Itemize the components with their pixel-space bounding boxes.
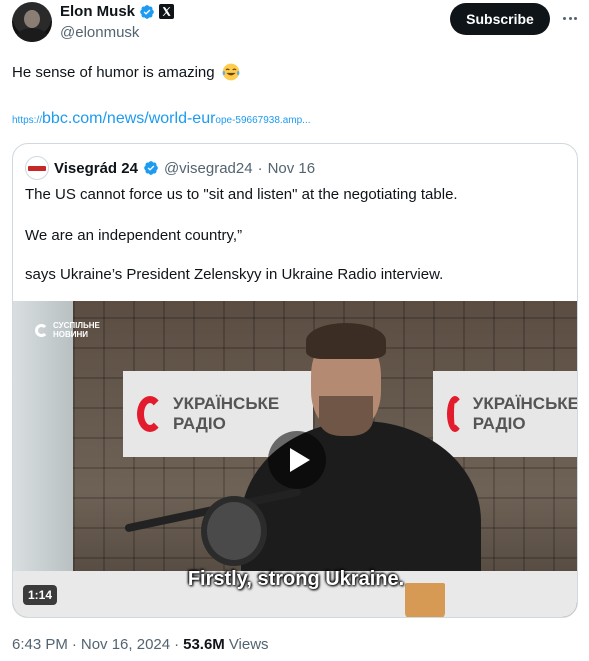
play-button[interactable] bbox=[268, 431, 326, 489]
person-hair bbox=[306, 323, 386, 359]
article-link[interactable]: https:// bbc.com/news/world-eur ope-5966… bbox=[12, 110, 311, 128]
quoted-text-line-2: We are an independent country,” bbox=[25, 227, 243, 244]
avatar-face bbox=[24, 10, 40, 28]
tweet-date[interactable]: Nov 16, 2024 bbox=[81, 636, 170, 653]
radio-sign-left-line1: УКРАЇНСЬКЕ bbox=[173, 394, 280, 413]
broadcaster-logo: СУСПІЛЬНЕ НОВИНИ bbox=[35, 321, 100, 339]
microphone bbox=[201, 496, 267, 566]
brand-line-2: НОВИНИ bbox=[53, 330, 89, 339]
tweet-text-row: He sense of humor is amazing bbox=[12, 62, 241, 82]
tweet-header: Elon Musk @elonmusk Subscribe bbox=[12, 2, 580, 46]
quoted-separator: · bbox=[257, 159, 263, 177]
quoted-verified-badge-icon bbox=[144, 161, 158, 175]
radio-sign-left-line2: РАДІО bbox=[173, 414, 226, 433]
quoted-author-name[interactable]: Visegrád 24 bbox=[54, 160, 138, 177]
broadcaster-logo-icon bbox=[35, 323, 48, 337]
link-protocol: https:// bbox=[12, 115, 43, 126]
avatar-body bbox=[16, 28, 48, 42]
link-domain: bbc.com/news/world-eur bbox=[42, 110, 216, 127]
quoted-tweet[interactable]: Visegrád 24 @visegrad24 · Nov 16 The US … bbox=[12, 143, 578, 618]
face-with-tears-of-joy-icon bbox=[222, 63, 239, 81]
quoted-avatar[interactable] bbox=[25, 156, 49, 180]
quoted-tweet-header: Visegrád 24 @visegrad24 · Nov 16 bbox=[25, 156, 315, 180]
subscribe-button[interactable]: Subscribe bbox=[450, 3, 550, 35]
radio-sign-right-line1: УКРАЇНСЬКЕ bbox=[472, 394, 578, 413]
radio-sign-right: УКРАЇНСЬКЕ РАДІО bbox=[433, 371, 578, 457]
tweet-time[interactable]: 6:43 PM bbox=[12, 636, 68, 653]
quoted-text-line-1: The US cannot force us to "sit and liste… bbox=[25, 186, 458, 203]
author-name[interactable]: Elon Musk bbox=[60, 3, 135, 20]
views-count[interactable]: 53.6M bbox=[183, 636, 225, 653]
quoted-author-handle[interactable]: @visegrad24 bbox=[164, 160, 253, 177]
author-name-row: Elon Musk bbox=[60, 3, 175, 20]
quoted-text-line-3: says Ukraine’s President Zelenskyy in Uk… bbox=[25, 266, 444, 283]
author-handle[interactable]: @elonmusk bbox=[60, 24, 139, 41]
tweet-footer: 6:43 PM · Nov 16, 2024 · 53.6M Views bbox=[12, 636, 269, 653]
verified-badge-icon bbox=[140, 4, 154, 19]
video-subtitle: Firstly, strong Ukraine. bbox=[187, 568, 405, 590]
footer-separator-2: · bbox=[174, 636, 180, 653]
views-label: Views bbox=[228, 636, 269, 653]
link-path: ope-59667938.amp... bbox=[215, 115, 311, 126]
radio-sign-right-line2: РАДІО bbox=[472, 414, 526, 433]
play-icon bbox=[289, 448, 310, 472]
footer-separator-1: · bbox=[71, 636, 77, 653]
video-player[interactable]: УКРАЇНСЬКЕ РАДІО УКРАЇНСЬКЕ РАДІО СУСПІЛЬН… bbox=[13, 301, 578, 617]
brand-line-1: СУСПІЛЬНЕ bbox=[53, 321, 100, 330]
quoted-date[interactable]: Nov 16 bbox=[268, 160, 316, 177]
avatar[interactable] bbox=[12, 2, 52, 42]
x-logo-icon bbox=[159, 4, 175, 19]
person-beard bbox=[319, 396, 373, 436]
tweet-text: He sense of humor is amazing bbox=[12, 63, 215, 81]
video-duration: 1:14 bbox=[23, 585, 58, 605]
more-options-icon[interactable] bbox=[560, 8, 580, 28]
